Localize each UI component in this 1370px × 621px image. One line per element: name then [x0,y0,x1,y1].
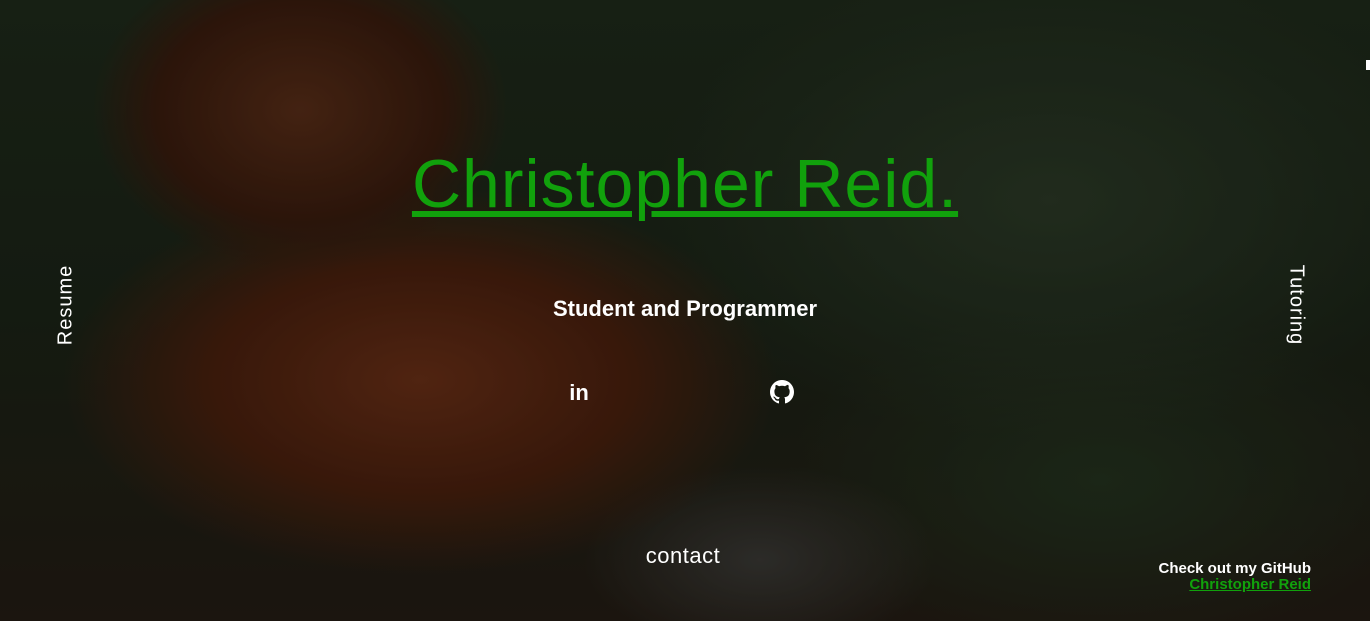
footer-label: Check out my GitHub [1158,560,1311,577]
page-title[interactable]: Christopher Reid. [0,150,1370,218]
github-icon[interactable] [768,380,796,406]
linkedin-icon[interactable]: in [565,380,593,406]
tutoring-link[interactable]: Tutoring [1285,265,1308,346]
scrollbar[interactable] [1366,60,1370,70]
page-subtitle: Student and Programmer [552,296,818,321]
footer: Check out my GitHub Christopher Reid [1158,561,1311,593]
github-profile-link[interactable]: Christopher Reid [1189,576,1311,593]
resume-link[interactable]: Resume [55,265,78,345]
github-icon-glyph [770,380,794,404]
